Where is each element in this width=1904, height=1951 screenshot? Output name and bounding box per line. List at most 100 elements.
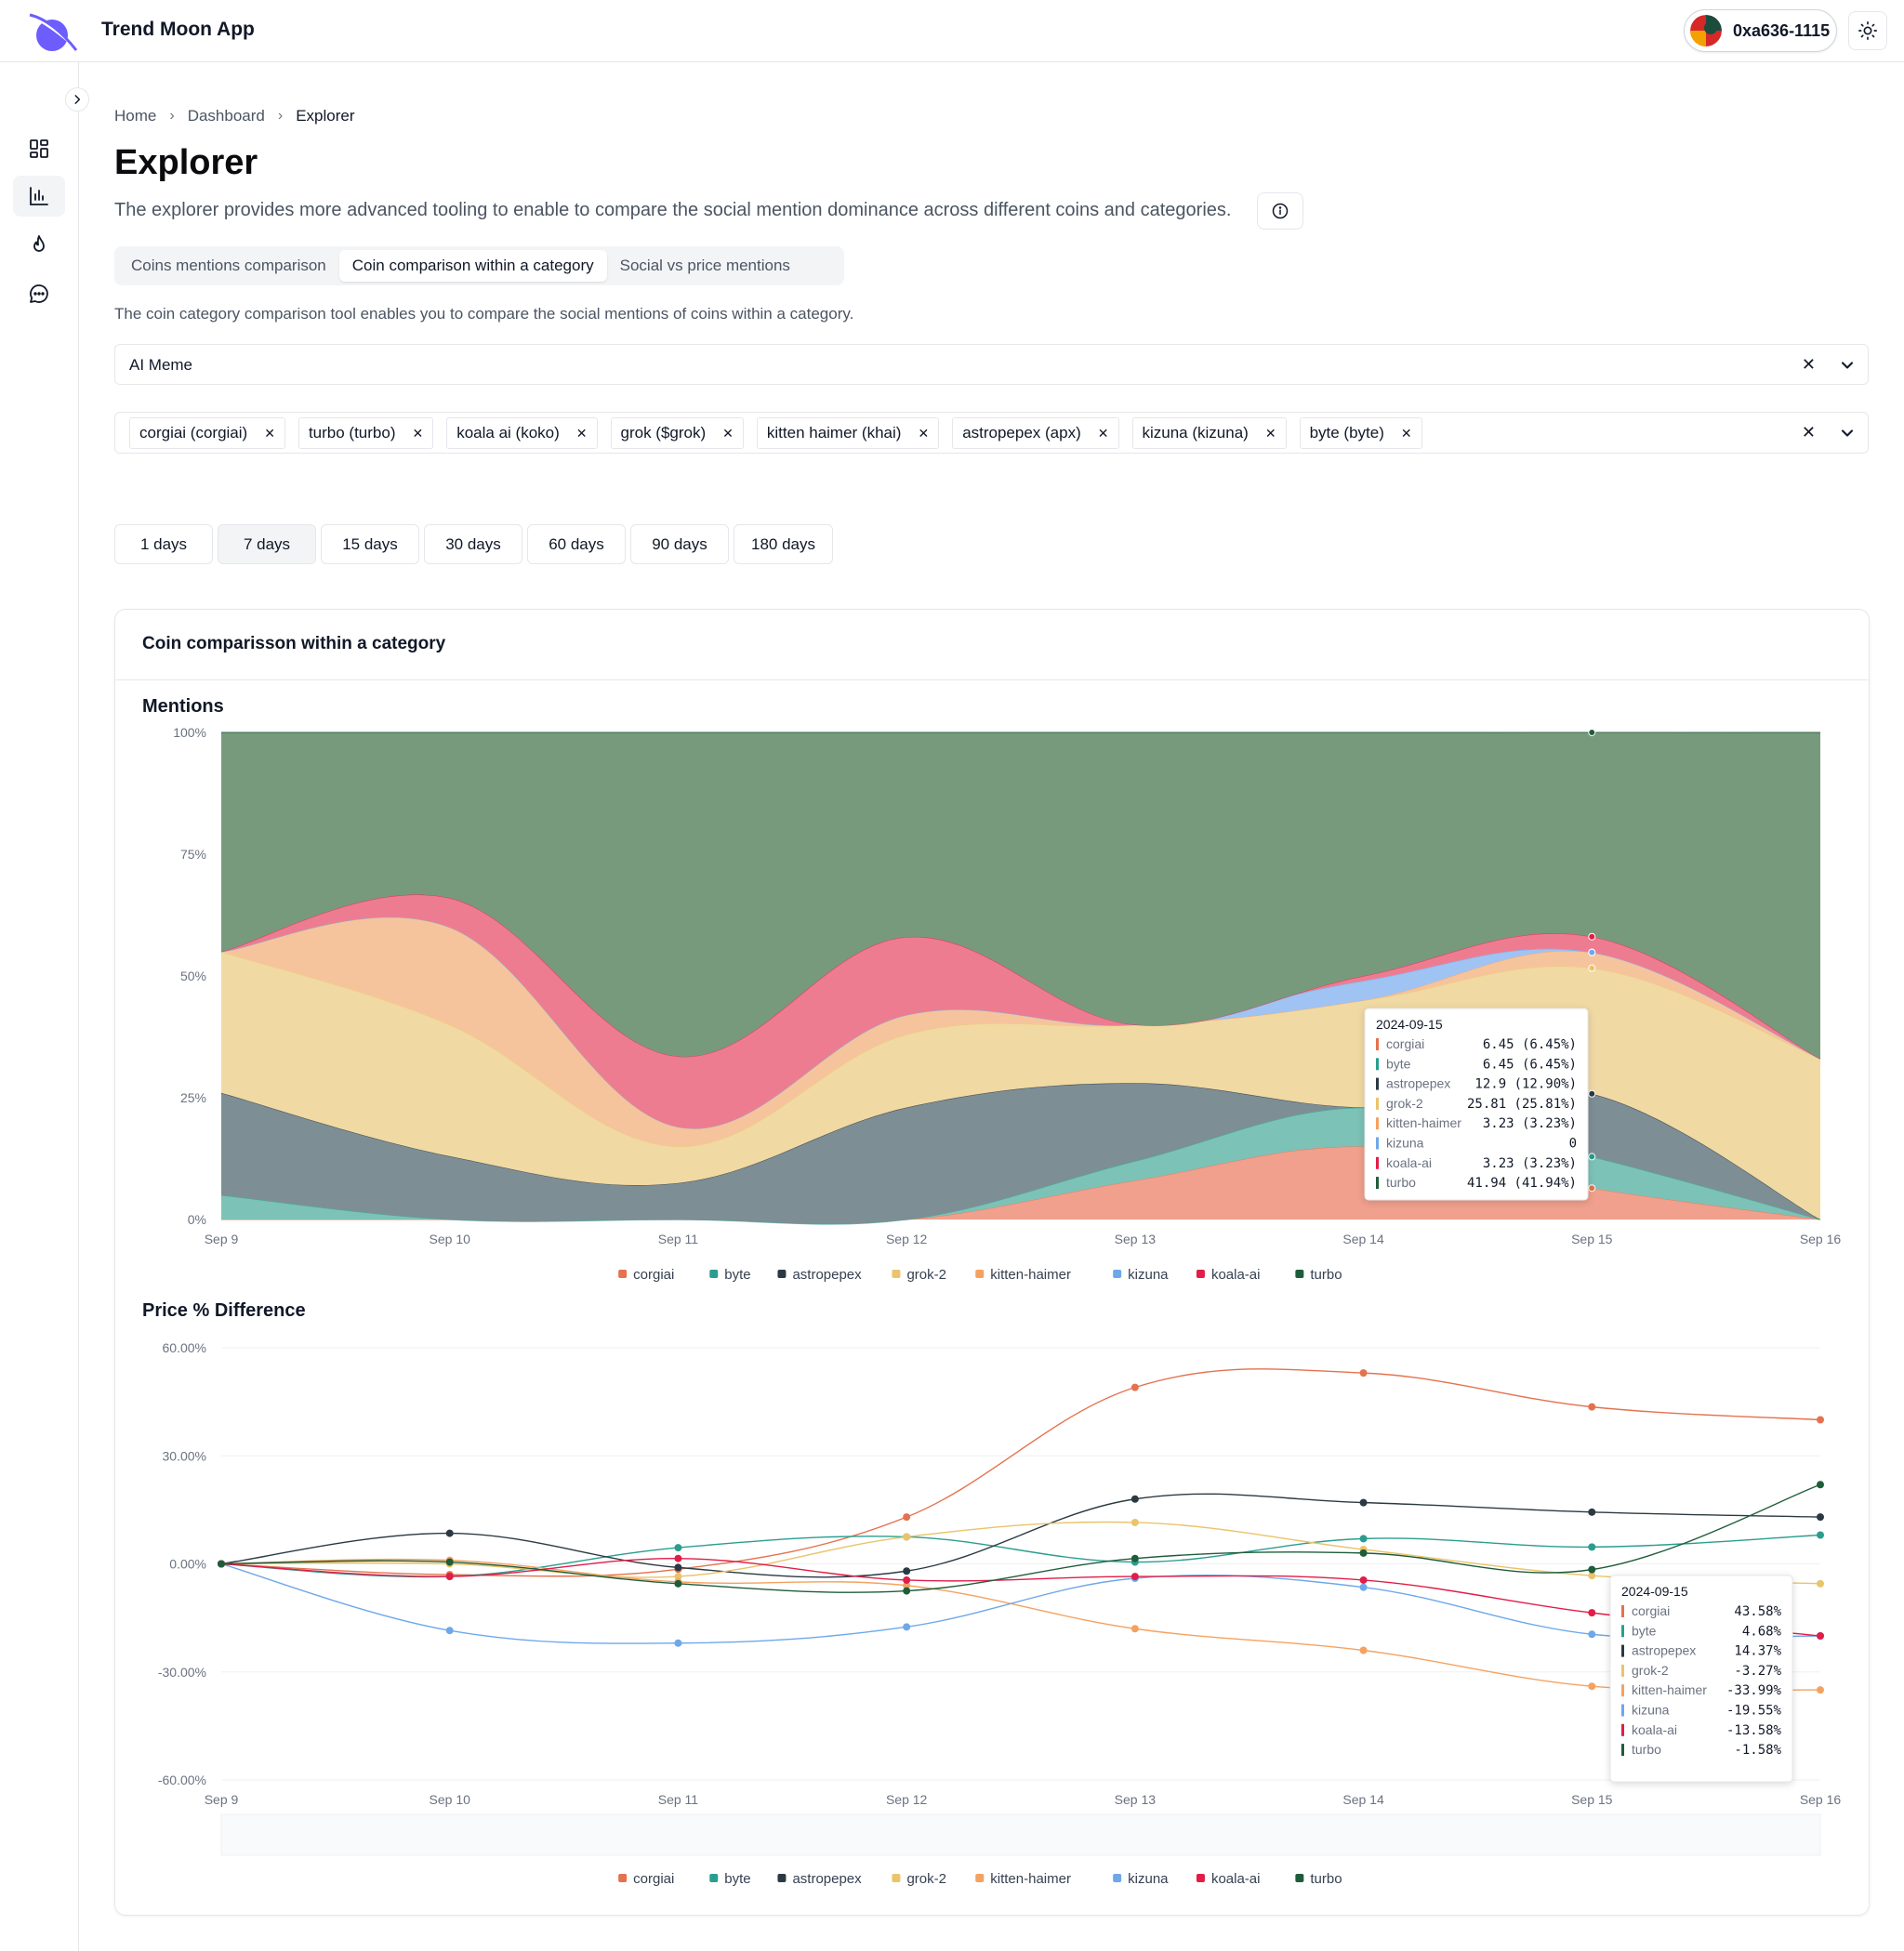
data-point-kizuna xyxy=(1359,1583,1368,1591)
tooltip-swatch xyxy=(1376,1156,1379,1169)
breadcrumb-dashboard[interactable]: Dashboard xyxy=(188,107,265,125)
tooltip-series-name: turbo xyxy=(1632,1742,1661,1757)
tooltip-series-name: turbo xyxy=(1386,1175,1416,1190)
mentions-chart[interactable]: 0% 25% 50% 75% 100% Sep 9 Sep 10 Sep 11 Sep 12 Se… xyxy=(130,725,1859,1287)
tab-social-vs-price[interactable]: Social vs price mentions xyxy=(607,250,803,282)
theme-toggle-button[interactable] xyxy=(1848,11,1887,50)
mentions-title: Mentions xyxy=(142,696,224,717)
data-point-astropepex xyxy=(445,1529,454,1537)
chip-remove-icon[interactable]: ✕ xyxy=(412,426,423,442)
range-180-days-button[interactable]: 180 days xyxy=(734,524,833,564)
data-point-byte xyxy=(1588,1543,1596,1551)
chip-remove-icon[interactable]: ✕ xyxy=(918,426,929,442)
bar-chart-icon xyxy=(30,187,48,205)
tooltip-series-value: 41.94 (41.94%) xyxy=(1467,1176,1577,1191)
y-tick-label: 30.00% xyxy=(163,1448,206,1463)
legend-swatch xyxy=(975,1270,985,1278)
sidebar-item-dashboard[interactable] xyxy=(13,128,65,169)
x-tick-label: Sep 12 xyxy=(886,1232,928,1246)
top-bar: Trend Moon App 0xa636-1115 xyxy=(0,0,1904,62)
chevron-down-icon[interactable] xyxy=(1838,424,1857,442)
tooltip-swatch xyxy=(1376,1077,1379,1090)
legend-swatch xyxy=(1196,1270,1205,1278)
tooltip-swatch xyxy=(1376,1117,1379,1130)
tab-coin-comparison-category[interactable]: Coin comparison within a category xyxy=(338,250,607,282)
hover-point xyxy=(1588,1089,1596,1098)
x-tick-label: Sep 15 xyxy=(1571,1792,1613,1807)
price-chart[interactable]: -60.00% -30.00% 0.00% 30.00% 60.00% Sep 9 Sep … xyxy=(130,1329,1859,1896)
y-tick-label: 25% xyxy=(180,1090,206,1105)
data-point-koala-ai xyxy=(1817,1632,1824,1640)
tab-coins-mentions-comparison[interactable]: Coins mentions comparison xyxy=(118,250,339,282)
card-header: Coin comparisson within a category xyxy=(115,610,1869,680)
legend-swatch xyxy=(892,1270,901,1278)
legend-label: kitten-haimer xyxy=(990,1871,1071,1887)
coin-chip: grok ($grok) ✕ xyxy=(610,417,744,449)
legend-label: byte xyxy=(724,1871,750,1887)
x-tick-label: Sep 16 xyxy=(1800,1232,1842,1246)
legend-swatch xyxy=(1196,1874,1205,1882)
sidebar-item-explorer[interactable] xyxy=(13,176,65,217)
data-point-byte xyxy=(1817,1531,1824,1539)
range-90-days-button[interactable]: 90 days xyxy=(630,524,729,564)
sidebar-item-trending[interactable] xyxy=(13,224,65,265)
app-logo[interactable] xyxy=(20,7,80,54)
tooltip-series-name: corgiai xyxy=(1386,1036,1424,1051)
chip-remove-icon[interactable]: ✕ xyxy=(1265,426,1276,442)
info-button[interactable] xyxy=(1257,192,1303,230)
range-60-days-button[interactable]: 60 days xyxy=(527,524,626,564)
category-clear-button[interactable]: ✕ xyxy=(1802,355,1816,375)
y-tick-label: -60.00% xyxy=(158,1773,206,1787)
range-7-days-button[interactable]: 7 days xyxy=(218,524,316,564)
data-point-corgiai xyxy=(1588,1403,1596,1411)
range-15-days-button[interactable]: 15 days xyxy=(321,524,419,564)
coin-multi-select[interactable]: corgiai (corgiai) ✕ turbo (turbo) ✕ koala … xyxy=(114,412,1869,454)
tooltip-series-value: 43.58% xyxy=(1734,1604,1781,1619)
tooltip-series-value: -13.58% xyxy=(1726,1723,1782,1738)
chip-remove-icon[interactable]: ✕ xyxy=(722,426,734,442)
coin-chip: byte (byte) ✕ xyxy=(1299,417,1422,449)
tooltip-series-name: byte xyxy=(1386,1056,1411,1071)
data-point-kizuna xyxy=(903,1623,911,1631)
tooltip-date: 2024-09-15 xyxy=(1376,1017,1443,1032)
line-corgiai xyxy=(220,1368,1821,1577)
data-point-byte xyxy=(1359,1535,1368,1543)
coins-clear-button[interactable]: ✕ xyxy=(1802,423,1816,442)
chip-remove-icon[interactable]: ✕ xyxy=(264,426,275,442)
data-point-kizuna xyxy=(1588,1630,1596,1639)
chip-remove-icon[interactable]: ✕ xyxy=(576,426,588,442)
category-select[interactable]: AI Meme ✕ xyxy=(114,344,1869,385)
data-point-turbo xyxy=(1588,1565,1596,1574)
range-1-days-button[interactable]: 1 days xyxy=(114,524,213,564)
tooltip-series-name: koala-ai xyxy=(1632,1722,1677,1737)
tooltip-date: 2024-09-15 xyxy=(1621,1584,1688,1599)
tooltip-swatch xyxy=(1621,1644,1624,1657)
legend-label: corgiai xyxy=(633,1267,674,1283)
data-point-astropepex xyxy=(674,1563,682,1572)
data-point-koala-ai xyxy=(674,1554,682,1562)
data-point-corgiai xyxy=(1130,1383,1139,1391)
sidebar-collapse-button[interactable] xyxy=(65,87,89,112)
data-point-grok-2 xyxy=(1817,1579,1824,1588)
legend-label: turbo xyxy=(1310,1267,1342,1283)
legend-label: turbo xyxy=(1310,1871,1342,1887)
chevron-down-icon[interactable] xyxy=(1838,356,1857,375)
coin-chip: kitten haimer (khai) ✕ xyxy=(756,417,940,449)
sidebar-item-chat[interactable] xyxy=(13,273,65,314)
tooltip-swatch xyxy=(1621,1625,1624,1638)
chevron-right-icon: › xyxy=(169,108,175,124)
coin-chip-label: grok ($grok) xyxy=(620,424,707,442)
chat-bubble-icon xyxy=(30,284,48,303)
data-point-corgiai xyxy=(903,1513,911,1522)
breadcrumb-home[interactable]: Home xyxy=(114,107,156,125)
chip-remove-icon[interactable]: ✕ xyxy=(1401,426,1412,442)
data-point-corgiai xyxy=(1817,1416,1824,1424)
range-30-days-button[interactable]: 30 days xyxy=(424,524,522,564)
chip-remove-icon[interactable]: ✕ xyxy=(1098,426,1109,442)
y-tick-label: 60.00% xyxy=(163,1340,206,1355)
tooltip-series-name: grok-2 xyxy=(1386,1096,1423,1111)
data-point-astropepex xyxy=(1359,1498,1368,1507)
sidebar xyxy=(0,62,79,1951)
coin-chip-list: corgiai (corgiai) ✕ turbo (turbo) ✕ koala … xyxy=(129,417,1422,449)
wallet-button[interactable]: 0xa636-1115 xyxy=(1684,9,1837,52)
